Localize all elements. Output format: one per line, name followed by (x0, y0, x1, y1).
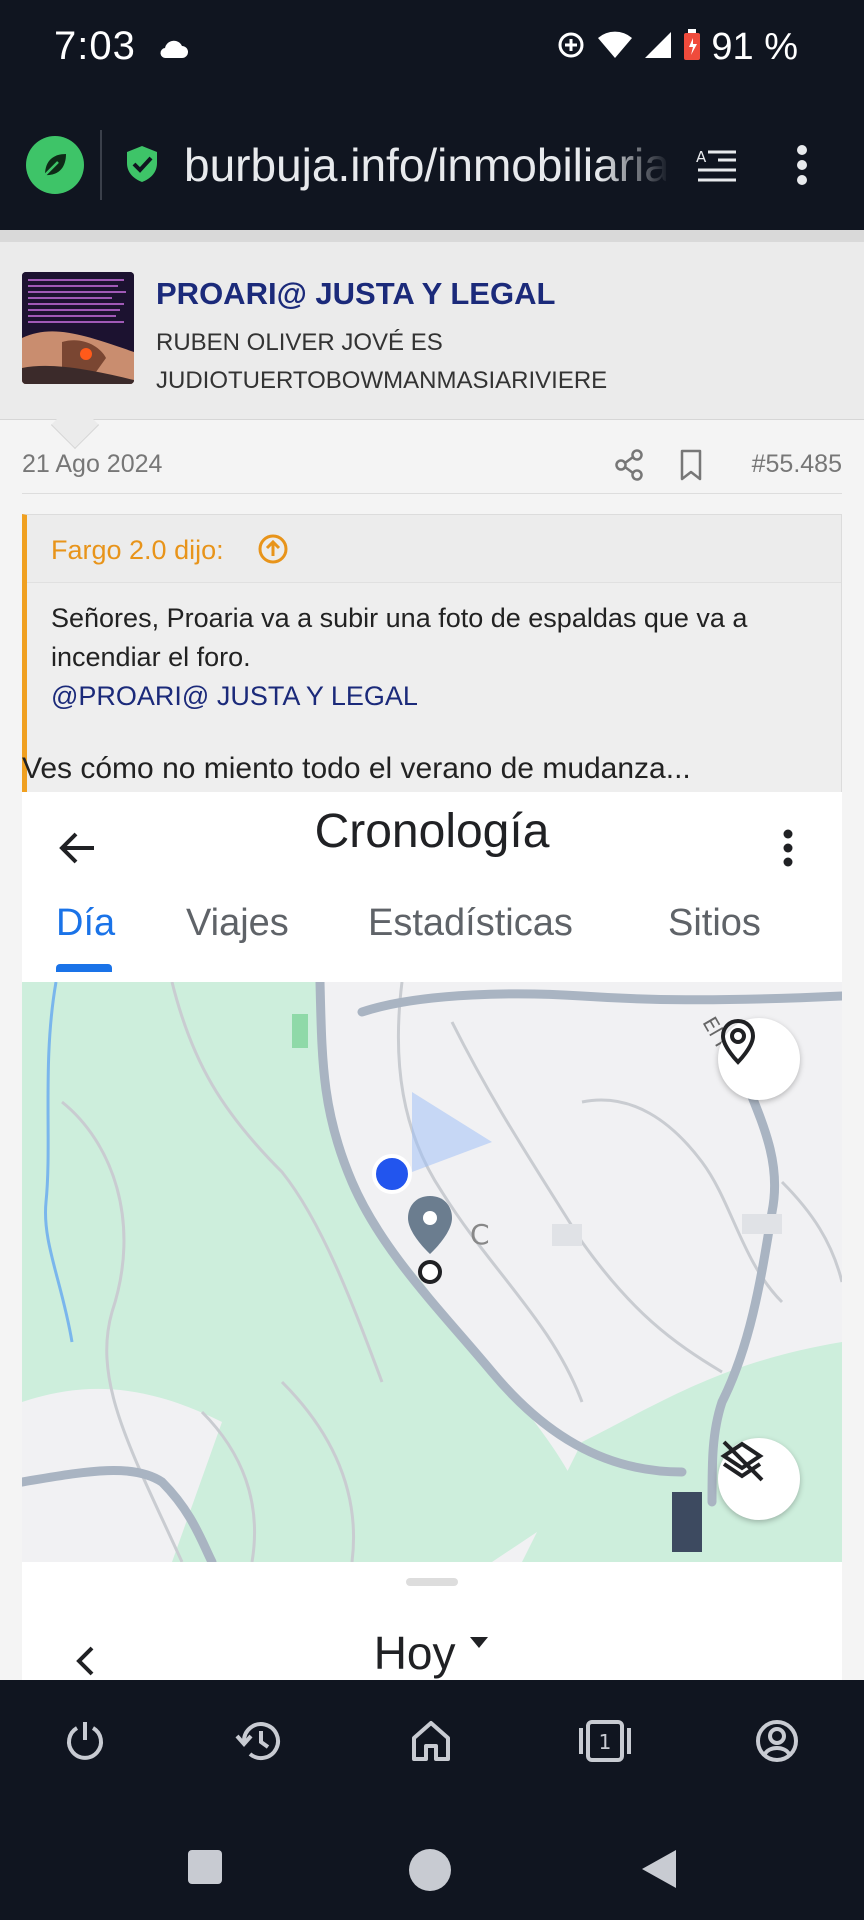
map-pin-button (718, 1018, 800, 1100)
battery-icon (683, 29, 701, 66)
day-sheet: Hoy (22, 1562, 842, 1680)
tabs-icon[interactable]: 1 (576, 1718, 634, 1769)
browser-bottom-bar: 1 (0, 1680, 864, 1810)
recents-icon[interactable] (186, 1848, 224, 1891)
user-title-line-1: RUBEN OLIVER JOVÉ ES (156, 329, 443, 356)
timeline-tabs: Día Viajes Estadísticas Sitios (22, 902, 842, 972)
avatar[interactable] (22, 272, 134, 384)
status-time: 7:03 (54, 24, 136, 68)
status-bar: 7:03 91 % (0, 0, 864, 100)
back-icon[interactable] (640, 1848, 678, 1895)
power-icon[interactable] (62, 1718, 108, 1769)
quote-body: Señores, Proaria va a subir una foto de … (51, 599, 831, 716)
share-icon[interactable] (612, 448, 646, 487)
bookmark-icon[interactable] (676, 448, 706, 487)
tab-dia: Día (56, 902, 116, 944)
tab-viajes: Viajes (186, 902, 289, 944)
sheet-handle (406, 1578, 458, 1586)
url-field[interactable]: burbuja.info/inmobiliaria (184, 138, 666, 194)
reader-mode-icon[interactable]: A (694, 146, 738, 191)
signal-icon (643, 30, 673, 65)
post-meta-bar: 21 Ago 2024 #55.485 (22, 446, 842, 494)
svg-text:1: 1 (599, 1730, 612, 1754)
account-icon[interactable] (754, 1718, 800, 1769)
data-saver-icon (555, 29, 587, 66)
caret-down-icon (470, 1637, 489, 1648)
wifi-icon (597, 30, 633, 65)
timeline-title: Cronología (314, 805, 550, 858)
quote-text: Señores, Proaria va a subir una foto de … (51, 603, 748, 672)
map-view: C El P (22, 982, 842, 1562)
page-top-border (0, 230, 864, 242)
post-date[interactable]: 21 Ago 2024 (22, 450, 162, 479)
day-selector: Hoy (22, 1626, 842, 1680)
svg-text:A: A (696, 148, 707, 166)
menu-more-icon[interactable] (796, 144, 808, 191)
user-title: RUBEN OLIVER JOVÉ ES JUDIOTUERTOBOWMANMA… (156, 324, 607, 400)
post-text: Ves cómo no miento todo el verano de mud… (22, 752, 691, 785)
battery-percent: 91 % (711, 26, 798, 68)
active-tab-indicator (56, 964, 112, 972)
tab-sitios: Sitios (668, 902, 761, 944)
tab-estadisticas: Estadísticas (368, 902, 573, 944)
post-author[interactable]: PROARI@ JUSTA Y LEGAL (156, 276, 555, 312)
user-title-line-2: JUDIOTUERTOBOWMANMASIARIVIERE (156, 367, 608, 394)
system-navigation-bar (0, 1810, 864, 1920)
embedded-image[interactable]: Cronología Día Viajes Estadísticas Sitio… (22, 792, 842, 1680)
post-number[interactable]: #55.485 (752, 450, 842, 479)
url-fade (600, 130, 670, 200)
history-icon[interactable] (234, 1718, 284, 1769)
timeline-header: Cronología Día Viajes Estadísticas Sitio… (22, 792, 842, 982)
toolbar-divider (100, 130, 102, 200)
quote-mention[interactable]: @PROARI@ JUSTA Y LEGAL (51, 677, 831, 716)
home-button-icon[interactable] (408, 1848, 452, 1897)
map-place-label: C (470, 1218, 490, 1251)
quote-header: Fargo 2.0 dijo: (27, 515, 841, 583)
post-user-block: PROARI@ JUSTA Y LEGAL RUBEN OLIVER JOVÉ … (0, 242, 864, 420)
arrow-up-circle-icon[interactable] (257, 533, 289, 570)
browser-toolbar: burbuja.info/inmobiliaria A (0, 100, 864, 230)
secure-shield-icon[interactable] (124, 144, 160, 189)
layers-off-icon (718, 1438, 800, 1520)
leaf-icon[interactable] (26, 136, 84, 194)
quote-author[interactable]: Fargo 2.0 dijo: (51, 535, 224, 566)
day-selector-label: Hoy (373, 1627, 456, 1679)
cloud-icon (158, 38, 188, 65)
web-page: PROARI@ JUSTA Y LEGAL RUBEN OLIVER JOVÉ … (0, 230, 864, 1680)
more-vert-icon (782, 828, 794, 873)
home-icon[interactable] (408, 1718, 454, 1769)
